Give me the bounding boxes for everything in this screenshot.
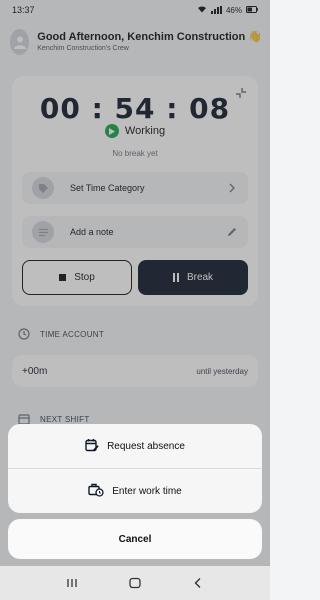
- request-absence-option[interactable]: Request absence: [8, 424, 262, 468]
- action-sheet: Request absence Enter work time: [8, 424, 262, 513]
- back-icon[interactable]: [191, 576, 205, 590]
- briefcase-clock-icon: [88, 483, 104, 500]
- calendar-edit-icon: [85, 438, 99, 455]
- recent-apps-icon[interactable]: [65, 576, 79, 590]
- home-icon[interactable]: [128, 576, 142, 590]
- navigation-bar: [0, 566, 270, 600]
- request-absence-label: Request absence: [107, 440, 185, 452]
- enter-work-time-label: Enter work time: [112, 485, 182, 497]
- cancel-button[interactable]: Cancel: [8, 519, 262, 559]
- enter-work-time-option[interactable]: Enter work time: [8, 469, 262, 513]
